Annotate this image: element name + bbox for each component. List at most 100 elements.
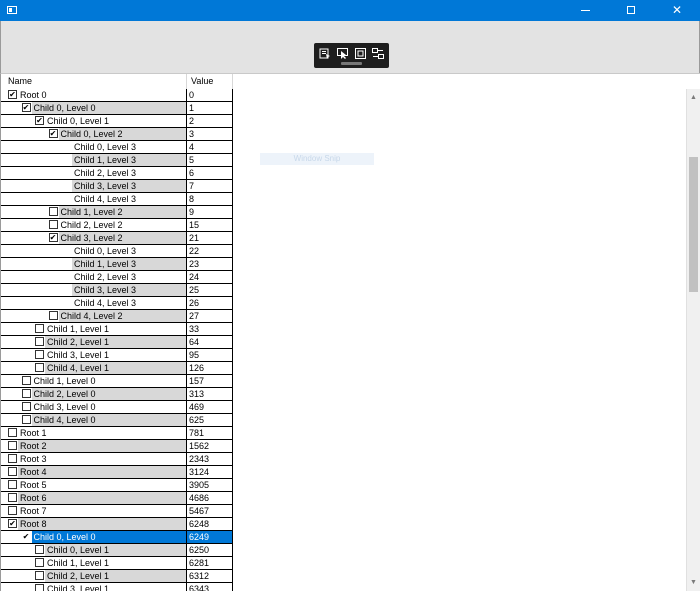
row-label: Child 3, Level 2 <box>60 233 123 243</box>
checkbox-unchecked[interactable] <box>35 571 44 580</box>
tree-row[interactable]: Child 3, Level 1 6343 <box>1 583 686 591</box>
checkbox-checked[interactable]: ✔ <box>35 116 44 125</box>
select-element-icon[interactable] <box>319 48 331 59</box>
row-label: Child 3, Level 1 <box>47 350 110 360</box>
checkbox-unchecked[interactable] <box>8 493 17 502</box>
scroll-down-icon[interactable]: ▼ <box>690 579 697 586</box>
checkbox-unchecked[interactable] <box>21 402 31 411</box>
checkbox-unchecked[interactable] <box>35 545 44 554</box>
tree-row[interactable]: ✔ Child 0, Level 23 <box>1 128 686 141</box>
tree-row[interactable]: Child 2, Level 1 6312 <box>1 570 686 583</box>
tree-row[interactable]: Child 2, Level 3 24 <box>1 271 686 284</box>
row-label: Child 0, Level 0 <box>33 103 96 113</box>
row-label: Child 3, Level 3 <box>74 181 137 191</box>
tree-row[interactable]: Child 1, Level 1 33 <box>1 323 686 336</box>
tree-row[interactable]: Child 4, Level 1 126 <box>1 362 686 375</box>
tree-row[interactable]: Child 4, Level 2 27 <box>1 310 686 323</box>
checkbox-unchecked[interactable] <box>35 337 44 346</box>
row-label: Child 4, Level 0 <box>33 415 96 425</box>
tree-row[interactable]: Root 1 781 <box>1 427 686 440</box>
checkbox-unchecked[interactable] <box>21 389 31 398</box>
scrollbar-thumb[interactable] <box>689 157 698 292</box>
column-header-value[interactable]: Value <box>187 74 233 89</box>
checkbox-unchecked[interactable] <box>8 506 17 515</box>
minimize-button[interactable] <box>562 0 608 21</box>
tree-row[interactable]: ✔ Root 8 6248 <box>1 518 686 531</box>
tree-row[interactable]: Child 3, Level 3 25 <box>1 284 686 297</box>
tree-row[interactable]: Root 2 1562 <box>1 440 686 453</box>
checkbox-unchecked[interactable] <box>21 415 31 424</box>
checkbox-unchecked[interactable] <box>48 207 58 216</box>
tree-row[interactable]: Child 1, Level 0 157 <box>1 375 686 388</box>
tree-row[interactable]: Root 7 5467 <box>1 505 686 518</box>
top-panel <box>0 21 700 73</box>
checkbox-checked[interactable]: ✔ <box>8 519 17 528</box>
checkbox-unchecked[interactable] <box>8 441 17 450</box>
tree-row[interactable]: Child 0, Level 1 6250 <box>1 544 686 557</box>
checkbox-checked[interactable]: ✔ <box>48 233 58 242</box>
tree-row[interactable]: Child 2, Level 1 64 <box>1 336 686 349</box>
tree-row[interactable]: ✔ Child 0, Level 01 <box>1 102 686 115</box>
tree-row[interactable]: Root 3 2343 <box>1 453 686 466</box>
tree-row[interactable]: Child 2, Level 36 <box>1 167 686 180</box>
row-label: Child 2, Level 1 <box>47 571 110 581</box>
vertical-scrollbar[interactable]: ▲ ▼ <box>686 89 700 591</box>
checkbox-unchecked[interactable] <box>48 311 58 320</box>
row-label: Child 1, Level 3 <box>74 155 137 165</box>
checkbox-checked[interactable]: ✔ <box>21 103 31 112</box>
checkbox-unchecked[interactable] <box>35 324 44 333</box>
tree-row[interactable]: Child 4, Level 3 26 <box>1 297 686 310</box>
checkbox-unchecked[interactable] <box>48 220 58 229</box>
row-label: Child 2, Level 1 <box>47 337 110 347</box>
row-label: Child 3, Level 0 <box>33 402 96 412</box>
scroll-up-icon[interactable]: ▲ <box>690 94 697 101</box>
row-label: Root 7 <box>20 506 47 516</box>
tree-row[interactable]: ✔ Root 00 <box>1 89 686 102</box>
track-focus-icon[interactable] <box>372 48 384 59</box>
tree-row[interactable]: Child 4, Level 38 <box>1 193 686 206</box>
select-pointer-icon[interactable] <box>337 48 349 59</box>
tree-row-selected[interactable]: ✔ Child 0, Level 0 6249 <box>1 531 686 544</box>
checkbox-unchecked[interactable] <box>21 376 31 385</box>
checkbox-unchecked[interactable] <box>35 350 44 359</box>
tree-row[interactable]: Child 1, Level 29 <box>1 206 686 219</box>
checkbox-unchecked[interactable] <box>35 558 44 567</box>
tree-row[interactable]: Child 1, Level 1 6281 <box>1 557 686 570</box>
row-label: Child 4, Level 1 <box>47 363 110 373</box>
checkbox-unchecked[interactable] <box>35 363 44 372</box>
tree-row[interactable]: Child 3, Level 1 95 <box>1 349 686 362</box>
toolbar-drag-handle[interactable] <box>341 62 362 65</box>
checkbox-checked[interactable]: ✔ <box>21 532 31 541</box>
row-label: Root 6 <box>20 493 47 503</box>
tree-row[interactable]: Child 2, Level 2 15 <box>1 219 686 232</box>
tree-row[interactable]: Root 5 3905 <box>1 479 686 492</box>
layout-adorner-icon[interactable] <box>355 48 367 59</box>
title-bar: ✕ <box>0 0 700 21</box>
checkbox-unchecked[interactable] <box>35 584 44 591</box>
tree-row[interactable]: ✔ Child 3, Level 2 21 <box>1 232 686 245</box>
tree-row[interactable]: Child 0, Level 3 22 <box>1 245 686 258</box>
tree-row[interactable]: Root 6 4686 <box>1 492 686 505</box>
tree-row[interactable]: Child 1, Level 3 23 <box>1 258 686 271</box>
checkbox-unchecked[interactable] <box>8 480 17 489</box>
checkbox-unchecked[interactable] <box>8 428 17 437</box>
tree-row[interactable]: Root 4 3124 <box>1 466 686 479</box>
row-label: Child 1, Level 1 <box>47 324 110 334</box>
row-label: Child 1, Level 2 <box>60 207 123 217</box>
row-label: Child 4, Level 2 <box>60 311 123 321</box>
row-label: Root 5 <box>20 480 47 490</box>
tree-row[interactable]: ✔ Child 0, Level 12 <box>1 115 686 128</box>
column-header-name[interactable]: Name <box>1 74 187 89</box>
row-label: Child 2, Level 0 <box>33 389 96 399</box>
checkbox-unchecked[interactable] <box>8 467 17 476</box>
tree-row[interactable]: Child 3, Level 37 <box>1 180 686 193</box>
close-button[interactable]: ✕ <box>654 0 700 21</box>
tree-row[interactable]: Child 4, Level 0 625 <box>1 414 686 427</box>
tree-row[interactable]: Child 2, Level 0 313 <box>1 388 686 401</box>
maximize-button[interactable] <box>608 0 654 21</box>
checkbox-checked[interactable]: ✔ <box>48 129 58 138</box>
checkbox-unchecked[interactable] <box>8 454 17 463</box>
checkbox-checked[interactable]: ✔ <box>8 90 17 99</box>
tree-row[interactable]: Child 3, Level 0 469 <box>1 401 686 414</box>
value-cell[interactable]: 6343 <box>187 583 233 591</box>
